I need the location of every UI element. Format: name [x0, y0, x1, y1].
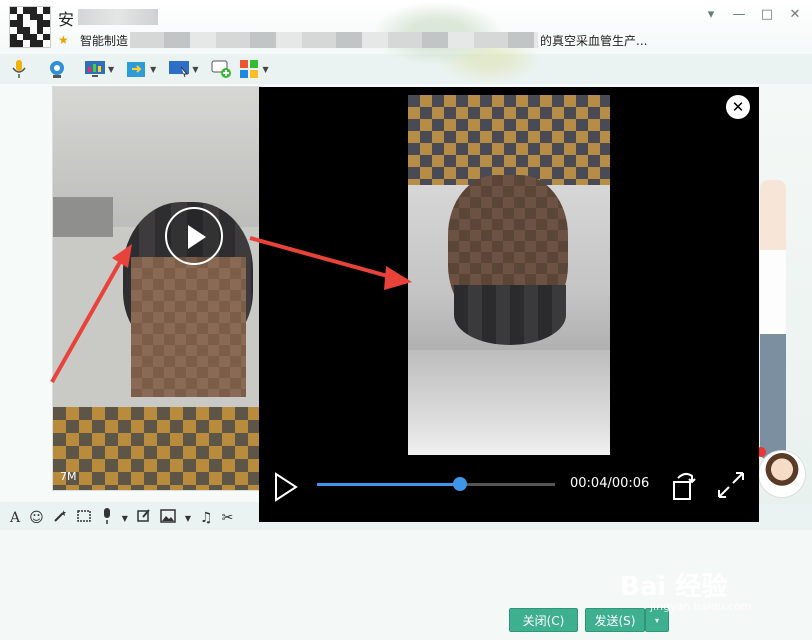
apps-icon[interactable] [238, 58, 260, 80]
menu-icon[interactable]: ▾ [702, 6, 720, 24]
video-ceiling [408, 350, 610, 455]
progress-knob[interactable] [452, 477, 467, 491]
watermark-url: jingyan.baidu.com [650, 600, 752, 613]
screen-share-icon[interactable] [168, 58, 190, 80]
play-icon[interactable] [273, 472, 299, 502]
chat-title: 安 [58, 10, 75, 29]
chat-subtitle-tail: 的真空采血管生产... [540, 34, 648, 48]
chevron-down-icon[interactable]: ▼ [150, 65, 156, 74]
blurred-name [78, 9, 158, 25]
rotate-icon[interactable] [670, 470, 700, 502]
microphone-icon[interactable] [8, 58, 30, 80]
thumb-fixture [53, 197, 113, 237]
blurred-subtitle [130, 32, 538, 48]
voice-message-icon[interactable] [101, 508, 113, 528]
progress-fill [317, 483, 460, 486]
chevron-down-icon[interactable]: ▼ [122, 514, 128, 523]
image-icon[interactable] [160, 509, 176, 527]
avatar[interactable] [758, 450, 806, 498]
chat-toolbar: ▼ ▼ ▼ ▼ [0, 54, 812, 84]
progress-bar[interactable] [317, 477, 555, 491]
chat-subtitle: 智能制造 [80, 34, 129, 48]
video-message-thumbnail[interactable] [52, 86, 262, 491]
decorative-person [760, 180, 786, 460]
scissors-icon[interactable]: ✂ [222, 510, 234, 526]
qr-code-avatar[interactable] [9, 6, 51, 48]
close-button[interactable]: 关闭(C) [509, 608, 578, 632]
video-size-label: 7M [60, 470, 77, 483]
playback-time: 00:04/00:06 [570, 476, 650, 491]
minimize-icon[interactable]: — [730, 6, 748, 24]
send-button[interactable]: 发送(S) [585, 608, 645, 632]
chevron-down-icon[interactable]: ▼ [192, 65, 198, 74]
thumb-face [131, 257, 246, 397]
star-icon[interactable]: ★ [58, 33, 69, 47]
add-chat-icon[interactable] [210, 58, 232, 80]
screenshot-icon[interactable] [76, 509, 92, 527]
close-window-icon[interactable]: ✕ [786, 6, 804, 24]
edit-icon[interactable] [137, 509, 151, 527]
music-icon[interactable]: ♫ [200, 510, 213, 526]
watermark-logo: Bai 经验 [620, 572, 728, 602]
video-call-icon[interactable] [46, 58, 68, 80]
close-player-icon[interactable]: ✕ [726, 95, 750, 119]
title-bar: 安 ★ 智能制造 的真空采血管生产... ▾ — □ ✕ [0, 0, 812, 84]
thumbnail-play-icon[interactable] [165, 207, 223, 265]
video-hair [454, 285, 566, 345]
chevron-down-icon[interactable]: ▼ [185, 514, 191, 523]
remote-desktop-icon[interactable] [84, 58, 106, 80]
file-transfer-icon[interactable] [126, 58, 148, 80]
emoji-icon[interactable]: ☺ [29, 510, 44, 526]
video-player-overlay: ✕ 00:04/00:06 [259, 87, 759, 522]
thumb-shirt [53, 407, 261, 490]
video-shirt [408, 95, 610, 185]
video-frame[interactable] [408, 95, 610, 455]
fullscreen-icon[interactable] [717, 471, 745, 499]
chevron-down-icon[interactable]: ▼ [108, 65, 114, 74]
font-icon[interactable]: A [10, 510, 20, 526]
maximize-icon[interactable]: □ [758, 6, 776, 24]
magic-wand-icon[interactable] [53, 509, 67, 527]
window-controls: ▾ — □ ✕ [702, 6, 804, 24]
chevron-down-icon[interactable]: ▼ [262, 65, 268, 74]
